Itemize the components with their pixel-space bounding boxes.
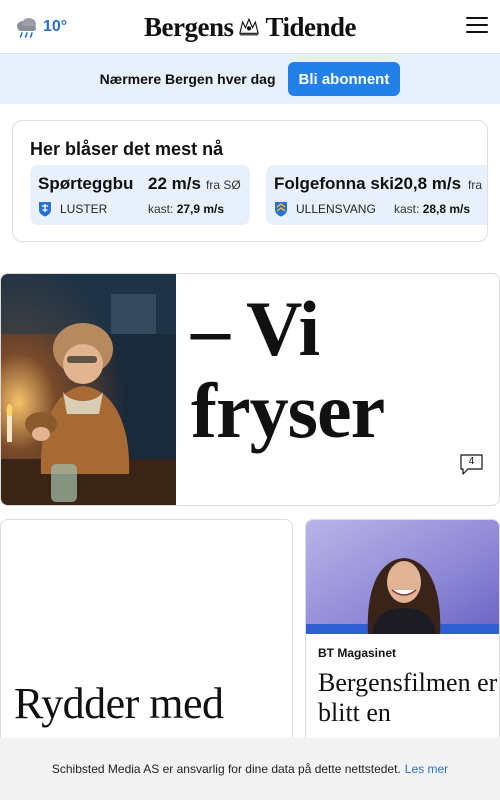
wind-item[interactable]: Spørteggbu 22 m/s fra SØ LUSTER kast: 27… — [30, 165, 250, 225]
logo-text-right: Tidende — [265, 11, 356, 42]
gust-label: kast: — [148, 202, 174, 216]
story-image — [306, 520, 499, 634]
wind-municipality: LUSTER — [38, 201, 107, 217]
wind-list[interactable]: Spørteggbu 22 m/s fra SØ LUSTER kast: 27… — [30, 165, 487, 225]
site-logo[interactable]: Bergens Tidende — [144, 10, 356, 44]
coat-of-arms-icon — [275, 202, 287, 217]
main-headline: – Vi fryser — [191, 288, 491, 452]
gust-value: 27,9 m/s — [176, 202, 225, 216]
comment-count: 4 — [468, 456, 475, 467]
wind-widget: Her blåser det mest nå Spørteggbu 22 m/s… — [12, 120, 488, 242]
coat-of-arms-icon — [39, 202, 51, 217]
wind-gust: kast: 28,8 m/s — [394, 202, 470, 216]
wind-gust: kast: 27,9 m/s — [148, 202, 224, 216]
gust-value: 28,8 m/s — [422, 202, 471, 216]
wind-municipality: ULLENSVANG — [274, 201, 376, 217]
temperature: 10° — [43, 18, 68, 35]
weather-widget[interactable]: 10° — [14, 14, 67, 40]
subscribe-text: Nærmere Bergen hver dag — [99, 71, 276, 87]
consent-text: Schibsted Media AS er ansvarlig for dine… — [51, 762, 401, 776]
cloud-rain-icon — [17, 18, 36, 38]
municipality-name: ULLENSVANG — [296, 202, 376, 216]
main-story-card[interactable]: – Vi fryser 4 — [0, 273, 500, 506]
consent-bar: Schibsted Media AS er ansvarlig for dine… — [0, 738, 500, 800]
wind-direction: fra — [468, 178, 483, 192]
gust-label: kast: — [394, 202, 420, 216]
subscribe-banner: Nærmere Bergen hver dag Bli abonnent — [0, 54, 500, 104]
site-header: 10° Bergens Tidende — [0, 0, 500, 54]
wind-location: Spørteggbu — [38, 174, 134, 193]
main-headline-line2: fryser — [191, 367, 385, 454]
crest-icon — [239, 17, 260, 36]
story-image — [1, 274, 176, 505]
wind-speed: 22 m/s — [148, 174, 201, 193]
main-headline-line1: – Vi — [191, 285, 320, 372]
logo-text-left: Bergens — [144, 11, 234, 42]
municipality-name: LUSTER — [60, 202, 108, 216]
wind-location: Folgefonna ski — [274, 174, 394, 193]
subscribe-button[interactable]: Bli abonnent — [287, 62, 401, 96]
hamburger-menu-icon[interactable] — [466, 17, 488, 37]
wind-title: Her blåser det mest nå — [30, 139, 224, 159]
wind-direction: fra SØ — [206, 178, 241, 192]
wind-speed: 20,8 m/s — [394, 174, 462, 193]
story-headline: Bergensfilmen er blitt en — [318, 668, 498, 727]
wind-item[interactable]: Folgefonna ski 20,8 m/s fra ULLENSVANG k… — [266, 165, 487, 225]
read-more-link[interactable]: Les mer — [405, 762, 448, 776]
comment-count-badge[interactable]: 4 — [459, 453, 484, 477]
story-headline: Rydder med — [14, 679, 224, 728]
story-kicker: BT Magasinet — [318, 646, 397, 660]
